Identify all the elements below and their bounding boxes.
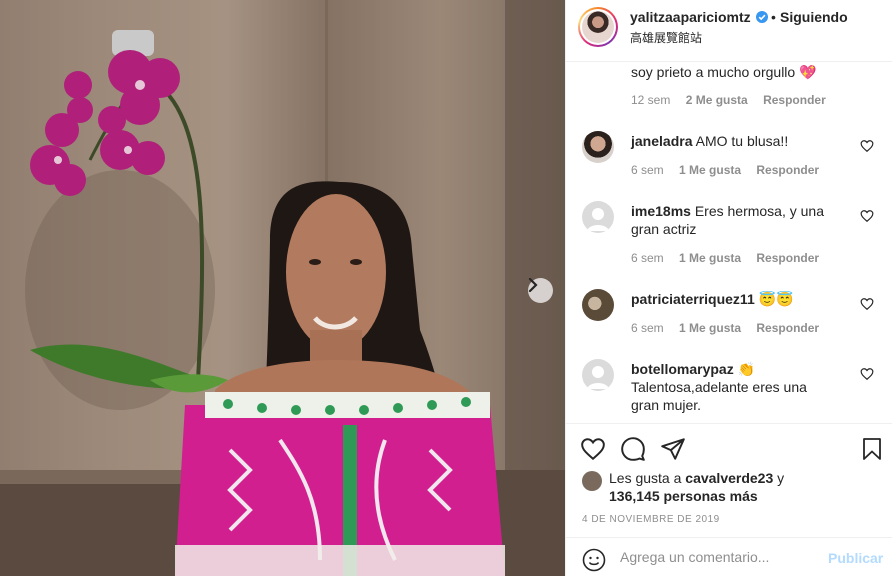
comment-bubble-icon[interactable]	[620, 436, 646, 462]
paper-plane-icon[interactable]	[660, 436, 686, 462]
comment-username[interactable]: patriciaterriquez11	[631, 291, 755, 307]
comment-likes[interactable]: 1 Me gusta	[679, 251, 741, 265]
likes-text: Les gusta a cavalverde23 y 136,145 perso…	[609, 470, 785, 504]
comment-username[interactable]: botellomarypaz	[631, 361, 734, 377]
comment-age[interactable]: 6 sem	[631, 321, 664, 335]
comment-meta: 6 sem 1 Me gusta Responder	[631, 321, 831, 335]
reply-button[interactable]: Responder	[756, 321, 819, 335]
heart-icon[interactable]	[860, 139, 874, 153]
next-photo-button[interactable]	[528, 278, 553, 303]
comment-username[interactable]: janeladra	[631, 133, 692, 149]
liker-avatar[interactable]	[582, 471, 602, 491]
comment-text: soy prieto a mucho orgullo 💖	[631, 64, 817, 80]
commenter-avatar[interactable]	[582, 131, 614, 163]
commenter-avatar[interactable]	[582, 359, 614, 391]
comment-body: 👏	[737, 361, 756, 377]
comment-username[interactable]: ime18ms	[631, 203, 691, 219]
comment-text: patriciaterriquez11 😇😇	[631, 290, 856, 308]
heart-icon[interactable]	[860, 209, 874, 223]
reply-button[interactable]: Responder	[756, 251, 819, 265]
comment-meta: 6 sem 1 Me gusta Responder	[631, 163, 831, 177]
smiley-icon[interactable]	[582, 548, 606, 572]
verified-badge-icon	[756, 11, 768, 23]
likes-count[interactable]: 136,145 personas más	[609, 488, 758, 504]
heart-icon[interactable]	[580, 436, 606, 462]
post-location[interactable]: 高雄展覽館站	[630, 29, 702, 46]
comment-likes[interactable]: 1 Me gusta	[679, 321, 741, 335]
bookmark-icon[interactable]	[860, 436, 884, 462]
comment-text: janeladra AMO tu blusa!!	[631, 132, 856, 150]
comment-text: botellomarypaz 👏 Talentosa,adelante eres…	[631, 360, 831, 414]
comment-meta: 6 sem 1 Me gusta Responder	[631, 251, 831, 265]
post-date[interactable]: 4 DE NOVIEMBRE DE 2019	[582, 514, 720, 525]
post-side-panel: yalitzaapariciomtz • Siguiendo 高雄展覽館站 so…	[565, 0, 892, 576]
comments-list[interactable]: soy prieto a mucho orgullo 💖 12 sem 2 Me…	[566, 63, 892, 423]
comment-meta: 12 sem 2 Me gusta Responder	[631, 93, 838, 107]
post-actions: Les gusta a cavalverde23 y 136,145 perso…	[566, 423, 892, 576]
author-avatar[interactable]	[578, 7, 618, 47]
publish-button[interactable]: Publicar	[828, 550, 883, 566]
post-header: yalitzaapariciomtz • Siguiendo 高雄展覽館站	[566, 0, 892, 62]
author-username[interactable]: yalitzaapariciomtz	[630, 9, 751, 25]
reply-button[interactable]: Responder	[763, 93, 826, 107]
comment-likes[interactable]: 2 Me gusta	[686, 93, 748, 107]
chevron-right-icon	[528, 278, 538, 292]
comment-age[interactable]: 12 sem	[631, 93, 670, 107]
heart-icon[interactable]	[860, 297, 874, 311]
commenter-avatar[interactable]	[582, 289, 614, 321]
comment-input[interactable]	[620, 549, 820, 565]
add-comment-bar: Publicar	[566, 537, 892, 576]
comment-text: ime18ms Eres hermosa, y una gran actriz	[631, 202, 846, 238]
comment-age[interactable]: 6 sem	[631, 163, 664, 177]
following-button[interactable]: Siguiendo	[780, 9, 848, 25]
comment-age[interactable]: 6 sem	[631, 251, 664, 265]
comment-body-line2: Talentosa,adelante eres una gran mujer.	[631, 379, 807, 413]
comment-likes[interactable]: 1 Me gusta	[679, 163, 741, 177]
header-separator: •	[771, 9, 776, 25]
comment-body: 😇😇	[758, 291, 794, 307]
comment-body: AMO tu blusa!!	[695, 133, 789, 149]
post-image	[0, 0, 565, 576]
post-photo[interactable]	[0, 0, 565, 576]
heart-icon[interactable]	[860, 367, 874, 381]
liker-username[interactable]: cavalverde23	[685, 470, 773, 486]
reply-button[interactable]: Responder	[756, 163, 819, 177]
commenter-avatar[interactable]	[582, 201, 614, 233]
